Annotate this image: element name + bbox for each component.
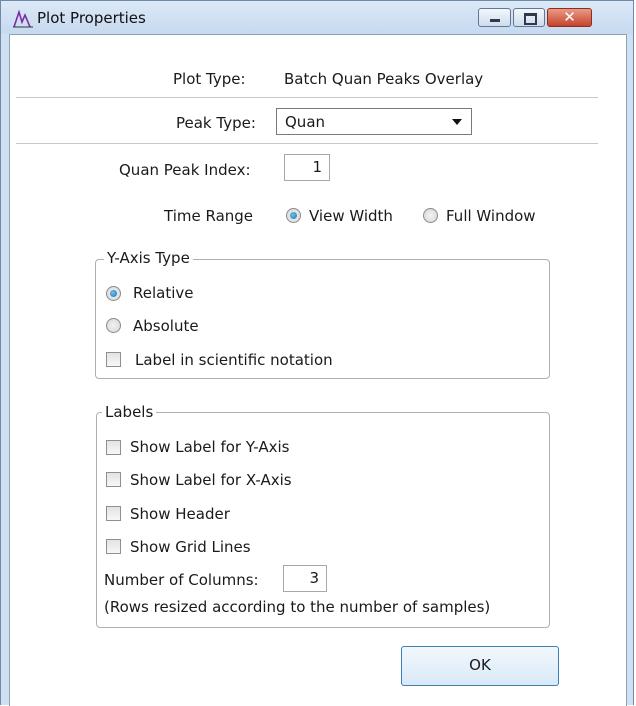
peak-type-dropdown[interactable]: Quan xyxy=(276,108,472,135)
show-header-label[interactable]: Show Header xyxy=(130,505,230,523)
number-of-columns-input[interactable]: 3 xyxy=(283,565,327,592)
labels-title: Labels xyxy=(102,403,157,421)
peak-type-label: Peak Type: xyxy=(176,114,256,132)
maximize-button[interactable] xyxy=(513,8,545,27)
scientific-notation-checkbox[interactable] xyxy=(106,352,121,367)
full-window-radio[interactable] xyxy=(423,208,438,223)
title-bar[interactable]: Plot Properties ✕ xyxy=(1,1,633,34)
close-icon: ✕ xyxy=(563,8,576,26)
show-grid-lines-checkbox[interactable] xyxy=(106,539,121,554)
absolute-radio[interactable] xyxy=(106,318,121,333)
show-grid-lines-label[interactable]: Show Grid Lines xyxy=(130,538,251,556)
show-y-axis-label-checkbox[interactable] xyxy=(106,440,121,455)
close-button[interactable]: ✕ xyxy=(547,8,592,27)
show-x-axis-label[interactable]: Show Label for X-Axis xyxy=(130,471,292,489)
time-range-label: Time Range xyxy=(164,207,254,225)
full-window-label[interactable]: Full Window xyxy=(446,207,536,225)
chevron-down-icon xyxy=(452,119,462,125)
plot-type-value: Batch Quan Peaks Overlay xyxy=(284,70,484,88)
scientific-notation-label[interactable]: Label in scientific notation xyxy=(135,351,333,369)
y-axis-type-title: Y-Axis Type xyxy=(104,249,193,267)
peak-type-value: Quan xyxy=(285,113,326,131)
show-header-checkbox[interactable] xyxy=(106,506,121,521)
quan-peak-index-label: Quan Peak Index: xyxy=(119,161,251,179)
show-y-axis-label[interactable]: Show Label for Y-Axis xyxy=(130,438,289,456)
quan-peak-index-input[interactable]: 1 xyxy=(284,154,330,181)
rows-resized-note: (Rows resized according to the number of… xyxy=(104,598,491,616)
plot-type-label: Plot Type: xyxy=(173,70,246,88)
number-of-columns-label: Number of Columns: xyxy=(104,571,259,589)
ok-button[interactable]: OK xyxy=(401,646,559,686)
peak-chart-icon xyxy=(13,10,33,28)
divider xyxy=(16,97,598,98)
minimize-button[interactable] xyxy=(478,8,511,27)
relative-label[interactable]: Relative xyxy=(133,284,194,302)
window-title: Plot Properties xyxy=(37,9,146,27)
show-x-axis-label-checkbox[interactable] xyxy=(106,472,121,487)
divider xyxy=(16,143,598,144)
absolute-label[interactable]: Absolute xyxy=(133,317,199,335)
view-width-label[interactable]: View Width xyxy=(309,207,393,225)
relative-radio[interactable] xyxy=(106,286,121,301)
view-width-radio[interactable] xyxy=(286,208,301,223)
